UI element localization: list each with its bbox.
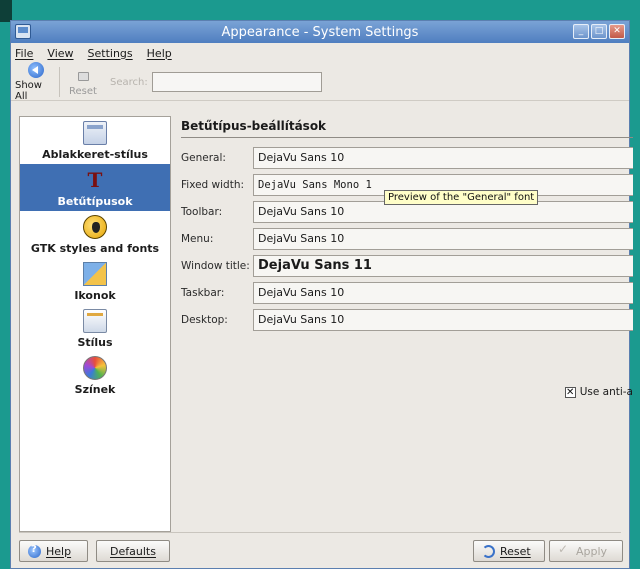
help-label: Help — [46, 544, 72, 558]
font-row-window-title: Window title: DejaVu Sans 11 — [181, 252, 633, 279]
reset-arrow-icon — [482, 544, 495, 558]
font-row-menu: Menu: DejaVu Sans 10 — [181, 225, 633, 252]
icons-icon — [83, 262, 107, 286]
window-title: Appearance - System Settings — [221, 24, 419, 40]
window-decoration-icon — [83, 121, 107, 145]
apply-button[interactable]: Apply — [549, 540, 623, 562]
font-preview-tooltip: Preview of the "General" font — [384, 190, 539, 205]
search-label: Search: — [110, 76, 148, 88]
section-title: Betűtípus-beállítások — [181, 119, 327, 133]
toolbar: Show All Reset Search: — [11, 62, 629, 102]
defaults-label: Defaults — [110, 544, 156, 558]
close-button[interactable]: ✕ — [609, 24, 625, 39]
bottom-bar: Help Defaults Reset Apply — [11, 530, 629, 568]
reset-label: Reset — [500, 544, 531, 558]
sidebar-item-style[interactable]: Stílus — [20, 305, 170, 352]
sidebar-item-window-decoration[interactable]: Ablakkeret-stílus — [20, 117, 170, 164]
sidebar-item-colors[interactable]: Színek — [20, 352, 170, 399]
sidebar-item-label: GTK styles and fonts — [30, 242, 160, 255]
font-row-taskbar: Taskbar: DejaVu Sans 10 — [181, 279, 633, 306]
antialias-checkbox[interactable]: ✕ — [564, 386, 576, 398]
menu-bar: File View Settings Help — [11, 43, 629, 63]
defaults-button[interactable]: Defaults — [96, 540, 170, 562]
sidebar-item-fonts[interactable]: T Betűtípusok — [20, 164, 170, 211]
desktop-corner — [0, 0, 12, 22]
settings-window: Appearance - System Settings _ □ ✕ File … — [10, 20, 633, 569]
font-row-desktop: Desktop: DejaVu Sans 10 — [181, 306, 633, 333]
sidebar-item-label: Ablakkeret-stílus — [42, 148, 148, 161]
font-row-label: Taskbar: — [181, 286, 225, 299]
maximize-button[interactable]: □ — [591, 24, 607, 39]
bottom-divider — [19, 532, 621, 533]
back-arrow-icon — [28, 62, 44, 78]
font-row-label: Desktop: — [181, 313, 228, 326]
section-divider — [181, 137, 633, 138]
window-controls: _ □ ✕ — [573, 24, 625, 39]
gtk-icon — [83, 215, 107, 239]
sidebar-item-label: Betűtípusok — [57, 195, 133, 208]
help-icon — [28, 544, 41, 558]
module-sidebar: Ablakkeret-stílus T Betűtípusok GTK styl… — [19, 116, 171, 532]
font-row-label: General: — [181, 151, 226, 164]
menu-help[interactable]: Help — [147, 47, 172, 60]
reset-toolbar-button[interactable]: Reset — [62, 68, 104, 97]
sidebar-item-icons[interactable]: Ikonok — [20, 258, 170, 305]
sidebar-item-label: Ikonok — [74, 289, 116, 302]
help-button[interactable]: Help — [19, 540, 88, 562]
sidebar-item-gtk[interactable]: GTK styles and fonts — [20, 211, 170, 258]
fonts-icon: T — [87, 168, 103, 192]
menu-settings[interactable]: Settings — [88, 47, 133, 60]
antialias-option[interactable]: ✕ Use anti-a — [564, 386, 633, 398]
apply-label: Apply — [576, 544, 608, 558]
menu-font-button[interactable]: DejaVu Sans 10 — [253, 227, 633, 250]
sidebar-item-label: Színek — [74, 383, 116, 396]
font-row-label: Menu: — [181, 232, 214, 245]
show-all-button[interactable]: Show All — [15, 62, 57, 102]
checkmark-icon — [558, 542, 571, 558]
toolbar-divider — [11, 100, 629, 101]
font-row-label: Fixed width: — [181, 178, 245, 191]
minimize-button[interactable]: _ — [573, 24, 589, 39]
general-font-button[interactable]: DejaVu Sans 10 — [253, 146, 633, 169]
colors-icon — [83, 356, 107, 380]
menu-file[interactable]: File — [15, 47, 33, 60]
search-input[interactable] — [151, 72, 322, 92]
fonts-panel: Betűtípus-beállítások General: DejaVu Sa… — [181, 116, 633, 532]
font-row-general: General: DejaVu Sans 10 — [181, 144, 633, 171]
font-row-label: Window title: — [181, 259, 250, 272]
show-all-label: Show All — [15, 80, 42, 102]
font-row-label: Toolbar: — [181, 205, 223, 218]
desktop-font-button[interactable]: DejaVu Sans 10 — [253, 308, 633, 331]
title-bar[interactable]: Appearance - System Settings _ □ ✕ — [11, 21, 629, 43]
window-title-font-button[interactable]: DejaVu Sans 11 — [253, 254, 633, 277]
reset-toolbar-label: Reset — [69, 85, 97, 97]
style-icon — [83, 309, 107, 333]
antialias-label: Use anti-a — [579, 386, 633, 398]
reset-icon — [75, 68, 91, 84]
sidebar-item-label: Stílus — [77, 336, 113, 349]
reset-button[interactable]: Reset — [473, 540, 545, 562]
toolbar-separator — [59, 67, 60, 97]
taskbar-font-button[interactable]: DejaVu Sans 10 — [253, 281, 633, 304]
app-icon[interactable] — [15, 24, 31, 39]
menu-view[interactable]: View — [47, 47, 73, 60]
